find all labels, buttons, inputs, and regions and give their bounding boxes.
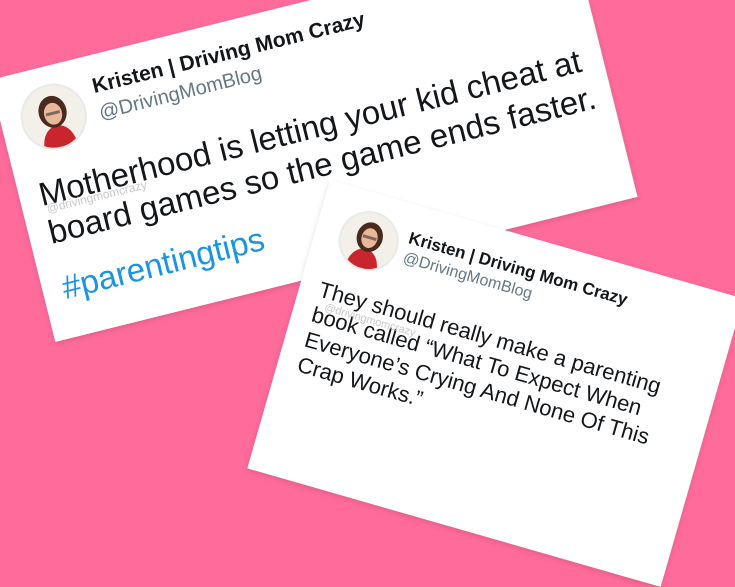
avatar[interactable] bbox=[331, 203, 406, 279]
tweet-card-2[interactable]: Kristen | Driving Mom Crazy @DrivingMomB… bbox=[247, 180, 735, 587]
avatar[interactable] bbox=[13, 76, 94, 157]
woman-red-shirt-avatar-icon bbox=[334, 206, 404, 276]
woman-red-shirt-avatar-icon bbox=[16, 79, 92, 155]
